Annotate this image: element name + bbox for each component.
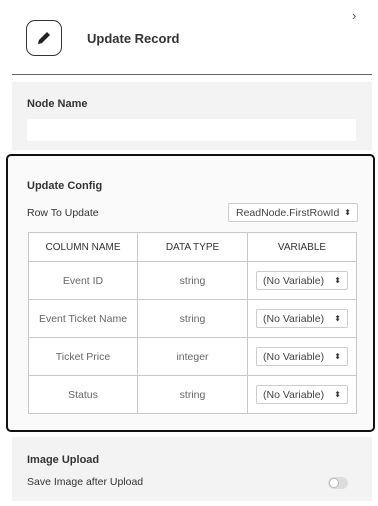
node-name-heading: Node Name [27,98,88,110]
save-image-label: Save Image after Upload [27,476,144,488]
table-row: Ticket Price integer (No Variable) ⬍ [28,337,357,376]
updown-arrows-icon: ⬍ [344,207,351,217]
image-upload-section: Image Upload Save Image after Upload [12,437,372,501]
data-type-cell: string [137,375,248,414]
node-title: Update Record [87,31,180,46]
table-row: Status string (No Variable) ⬍ [28,375,357,414]
chevron-right-icon[interactable]: › [352,9,356,22]
update-config-heading: Update Config [27,180,103,192]
variable-value: (No Variable) [263,274,325,287]
variable-value: (No Variable) [263,388,325,401]
variable-value: (No Variable) [263,312,325,325]
table-row: Event Ticket Name string (No Variable) ⬍ [28,299,357,338]
image-upload-heading: Image Upload [27,454,100,466]
variable-value: (No Variable) [263,350,325,363]
updown-arrows-icon: ⬍ [334,389,341,399]
toggle-knob [329,478,339,488]
node-header: Update Record › [12,0,372,75]
data-type-cell: integer [137,337,248,376]
column-name-cell: Status [28,375,138,414]
variable-select[interactable]: (No Variable) ⬍ [256,271,348,290]
variable-cell: (No Variable) ⬍ [247,261,357,300]
column-name-cell: Event ID [28,261,138,300]
data-type-cell: string [137,261,248,300]
update-config-section: Update Config Row To Update ReadNode.Fir… [6,154,375,432]
edit-button[interactable] [26,20,62,56]
variable-cell: (No Variable) ⬍ [247,375,357,414]
node-name-input[interactable] [27,119,356,141]
variable-select[interactable]: (No Variable) ⬍ [256,385,348,404]
column-name-cell: Event Ticket Name [28,299,138,338]
row-to-update-select[interactable]: ReadNode.FirstRowId ⬍ [228,203,358,222]
save-image-toggle[interactable] [328,477,348,489]
data-type-cell: string [137,299,248,338]
variable-header: VARIABLE [247,232,357,262]
table-row: Event ID string (No Variable) ⬍ [28,261,357,300]
column-name-cell: Ticket Price [28,337,138,376]
variable-cell: (No Variable) ⬍ [247,299,357,338]
updown-arrows-icon: ⬍ [334,313,341,323]
variable-select[interactable]: (No Variable) ⬍ [256,309,348,328]
data-type-header: DATA TYPE [137,232,248,262]
updown-arrows-icon: ⬍ [334,275,341,285]
table-header-row: COLUMN NAME DATA TYPE VARIABLE [28,232,357,262]
row-to-update-label: Row To Update [27,207,99,219]
pencil-icon [38,32,50,44]
updown-arrows-icon: ⬍ [334,351,341,361]
row-to-update-value: ReadNode.FirstRowId [236,206,340,219]
node-name-section: Node Name [12,82,372,150]
variable-select[interactable]: (No Variable) ⬍ [256,347,348,366]
variable-cell: (No Variable) ⬍ [247,337,357,376]
column-mapping-table: COLUMN NAME DATA TYPE VARIABLE Event ID … [28,232,357,414]
column-name-header: COLUMN NAME [28,232,138,262]
